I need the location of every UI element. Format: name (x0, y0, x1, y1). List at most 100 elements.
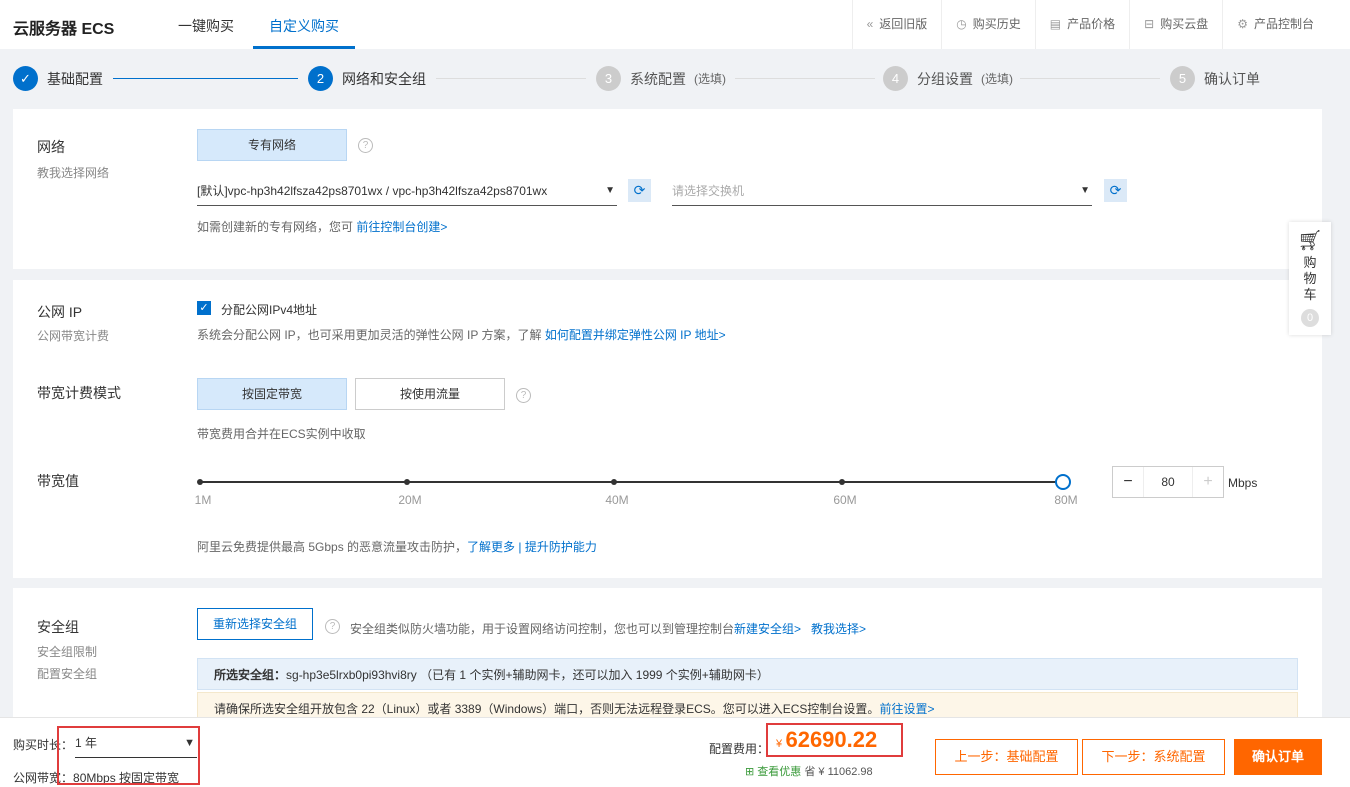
separator: | (515, 540, 525, 554)
step-network-security[interactable]: 2 网络和安全组 (308, 66, 426, 91)
step-connector (735, 78, 875, 79)
step-basic-config[interactable]: ✓ 基础配置 (13, 66, 103, 91)
next-step-button[interactable]: 下一步：系统配置 (1082, 739, 1225, 775)
vpc-type-button[interactable]: 专有网络 (197, 129, 347, 161)
step-connector (113, 78, 298, 79)
link-label: 产品控制台 (1253, 17, 1314, 31)
security-desc: 安全组类似防火墙功能，用于设置网络访问控制，您也可以到管理控制台 (350, 622, 735, 636)
slider-tick-label: 60M (833, 493, 857, 507)
product-price-link[interactable]: ▤ 产品价格 (1034, 0, 1129, 49)
savings-amount: 省 ¥ 11062.98 (804, 766, 873, 778)
help-icon[interactable]: ? (516, 388, 531, 403)
bandwidth-slider-track[interactable] (200, 481, 1063, 483)
tab-custom-buy[interactable]: 自定义购买 (269, 16, 339, 36)
fixed-bandwidth-button[interactable]: 按固定带宽 (197, 378, 347, 410)
public-ip-sub: 公网带宽计费 (37, 329, 110, 343)
step-optional: (选填) (694, 72, 726, 86)
help-icon[interactable]: ? (325, 619, 340, 634)
security-limit-link[interactable]: 安全组限制 (37, 643, 97, 660)
double-chevron-left-icon: « (866, 17, 874, 31)
clock-icon: ◷ (956, 17, 967, 31)
cart-count-badge: 0 (1301, 309, 1319, 327)
vswitch-select[interactable]: 请选择交换机 ▼ (672, 176, 1092, 206)
purchase-history-link[interactable]: ◷ 购买历史 (941, 0, 1035, 49)
create-vpc-link[interactable]: 前往控制台创建> (356, 220, 447, 234)
teach-select-link[interactable]: 教我选择> (811, 622, 866, 636)
selected-value: sg-hp3e5lrxb0pi93hvi8ry （已有 1 个实例+辅助网卡，还… (286, 668, 769, 682)
view-discount-link[interactable]: 查看优惠 (757, 766, 801, 778)
billing-note: 带宽费用合并在ECS实例中收取 (197, 427, 366, 441)
link-label: 产品价格 (1067, 17, 1116, 31)
reselect-security-group-button[interactable]: 重新选择安全组 (197, 608, 313, 640)
step-confirm-order[interactable]: 5 确认订单 (1170, 66, 1260, 91)
billing-mode-label: 带宽计费模式 (37, 385, 121, 401)
caret-down-icon: ▼ (1080, 185, 1090, 196)
check-icon: ✓ (13, 66, 38, 91)
confirm-order-button[interactable]: 确认订单 (1234, 739, 1322, 775)
step-number: 3 (596, 66, 621, 91)
step-connector (436, 78, 586, 79)
disk-icon: ⊟ (1144, 17, 1155, 31)
vpc-value: [默认]vpc-hp3h42lfsza42ps8701wx / vpc-hp3h… (197, 184, 548, 198)
active-tab-indicator (253, 46, 355, 49)
refresh-icon[interactable]: ⟳ (1104, 179, 1127, 202)
network-help-link[interactable]: 教我选择网络 (37, 164, 109, 181)
link-label: 购买云盘 (1160, 17, 1209, 31)
assign-ipv4-label[interactable]: 分配公网IPv4地址 (221, 301, 317, 318)
step-label: 网络和安全组 (342, 70, 426, 87)
refresh-icon[interactable]: ⟳ (628, 179, 651, 202)
slider-tick-label: 20M (398, 493, 422, 507)
step-number: 4 (883, 66, 908, 91)
vpc-select[interactable]: [默认]vpc-hp3h42lfsza42ps8701wx / vpc-hp3h… (197, 176, 617, 206)
bandwidth-input[interactable]: 80 (1143, 467, 1193, 497)
bandwidth-stepper: − 80 + (1112, 466, 1224, 498)
slider-tick-label: 80M (1054, 493, 1078, 507)
configure-security-link[interactable]: 配置安全组 (37, 665, 97, 682)
step-connector (1020, 78, 1160, 79)
assign-ipv4-checkbox[interactable]: ✓ (197, 301, 211, 315)
back-old-version-link[interactable]: « 返回旧版 (851, 0, 942, 49)
network-label: 网络 (37, 139, 65, 155)
bandwidth-slider-handle[interactable] (1055, 474, 1071, 490)
new-security-group-link[interactable]: 新建安全组> (734, 622, 801, 636)
step-system-config[interactable]: 3 系统配置 (选填) (596, 66, 726, 91)
tab-quick-buy[interactable]: 一键购买 (178, 16, 234, 36)
page-title: 云服务器 ECS (13, 21, 115, 38)
currency: ¥ (776, 738, 783, 750)
slider-tick-label: 1M (194, 493, 212, 507)
warning-text: 请确保所选安全组开放包含 22（Linux）或者 3389（Windows）端口… (214, 702, 880, 716)
slider-tick[interactable] (197, 479, 203, 485)
vswitch-placeholder: 请选择交换机 (672, 184, 745, 198)
cart-icon: 🛒︎ (1297, 230, 1323, 252)
price-box: ¥ 62690.22 (766, 723, 903, 757)
step-label: 基础配置 (47, 70, 103, 87)
eip-guide-link[interactable]: 如何配置并绑定弹性公网 IP 地址> (545, 328, 726, 342)
learn-more-link[interactable]: 了解更多 (467, 540, 515, 554)
slider-tick[interactable] (404, 479, 410, 485)
public-ip-label: 公网 IP (37, 304, 83, 320)
step-number: 2 (308, 66, 333, 91)
public-ip-note: 系统会分配公网 IP，也可采用更加灵活的弹性公网 IP 方案，了解 (197, 328, 542, 342)
step-group-settings[interactable]: 4 分组设置 (选填) (883, 66, 1013, 91)
selected-security-group: 所选安全组：sg-hp3e5lrxb0pi93hvi8ry （已有 1 个实例+… (197, 658, 1298, 690)
network-note: 如需创建新的专有网络，您可 (197, 220, 354, 234)
product-console-link[interactable]: ⚙ 产品控制台 (1222, 0, 1328, 49)
upgrade-protection-link[interactable]: 提升防护能力 (525, 540, 597, 554)
document-icon: ▤ (1049, 17, 1062, 31)
prev-step-button[interactable]: 上一步：基础配置 (935, 739, 1078, 775)
increment-button[interactable]: + (1193, 467, 1223, 497)
buy-disk-link[interactable]: ⊟ 购买云盘 (1129, 0, 1222, 49)
bandwidth-unit: Mbps (1228, 476, 1258, 490)
gear-icon: ⚙ (1237, 17, 1248, 31)
bandwidth-label: 带宽值 (37, 473, 79, 489)
go-settings-link[interactable]: 前往设置> (879, 702, 934, 716)
link-label: 返回旧版 (879, 17, 928, 31)
pay-by-traffic-button[interactable]: 按使用流量 (355, 378, 505, 410)
shopping-cart[interactable]: 🛒︎ 购物车 0 (1289, 222, 1331, 335)
decrement-button[interactable]: − (1113, 467, 1143, 497)
link-label: 购买历史 (972, 17, 1021, 31)
highlight-box (57, 726, 200, 785)
slider-tick[interactable] (839, 479, 845, 485)
slider-tick[interactable] (611, 479, 617, 485)
help-icon[interactable]: ? (358, 138, 373, 153)
